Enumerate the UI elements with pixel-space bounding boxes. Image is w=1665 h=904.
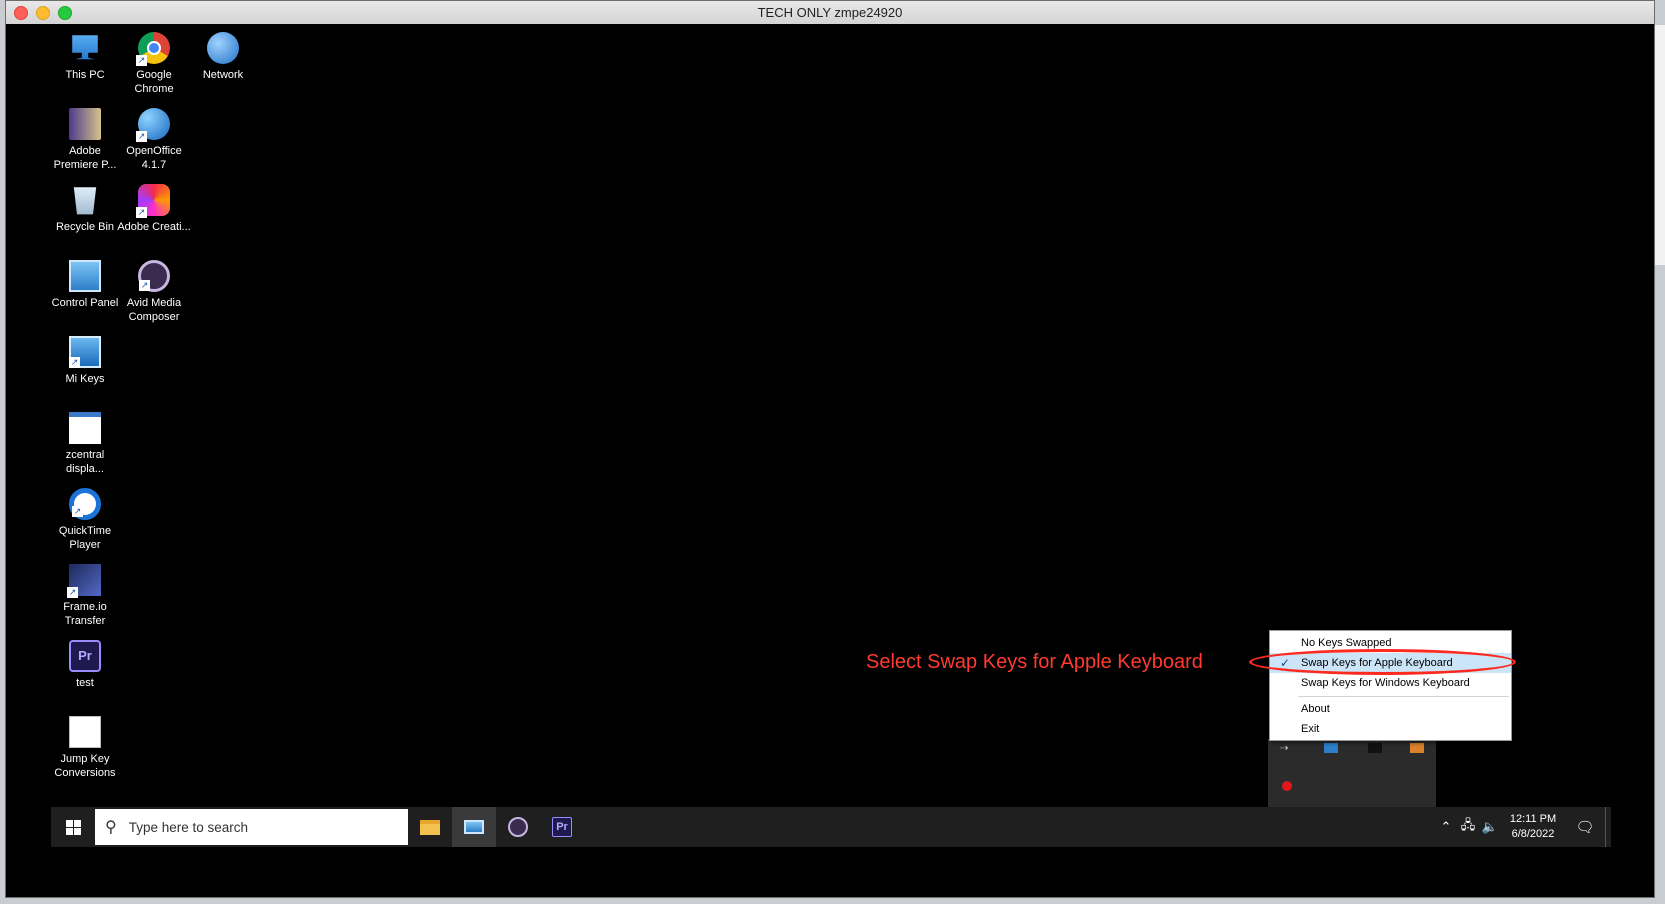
desktop-icon-google-chrome[interactable]: Google Chrome [116, 28, 192, 96]
control-panel-icon [69, 260, 101, 292]
window-controls [14, 6, 72, 20]
highlight-oval [1249, 649, 1516, 675]
taskbar-avid[interactable] [496, 807, 540, 847]
desktop-icon-label: Frame.io Transfer [63, 601, 107, 627]
menu-item-swap-keys-windows[interactable]: Swap Keys for Windows Keyboard [1270, 673, 1511, 693]
clock-time: 12:11 PM [1509, 813, 1557, 825]
desktop-icon-control-panel[interactable]: Control Panel [47, 256, 123, 310]
desktop-icon-frameio-transfer[interactable]: Frame.io Transfer [47, 560, 123, 628]
windows-taskbar: ⚲ Pr ⌃ 🖧 🔈 12:11 PM 6/8/2022 [51, 807, 1611, 847]
window-title: TECH ONLY zmpe24920 [757, 5, 903, 20]
desktop-icon-label: zcentral displa... [65, 449, 105, 475]
computer-icon [72, 35, 98, 60]
creative-cloud-icon [136, 184, 170, 218]
notification-center-icon[interactable]: 🗨 [1565, 818, 1605, 836]
desktop-icon-label: Google Chrome [134, 69, 174, 95]
desktop-icon-zcentral-display[interactable]: zcentral displa... [47, 408, 123, 476]
network-icon [207, 32, 239, 64]
desktop-icon-network[interactable]: Network [185, 28, 261, 82]
tray-overflow-panel: ⇢ [1268, 739, 1436, 811]
instruction-annotation: Select Swap Keys for Apple Keyboard [866, 651, 1203, 673]
desktop-icon-label: Mi Keys [65, 373, 105, 385]
control-panel-tray-icon[interactable] [1324, 743, 1338, 753]
show-desktop-button[interactable] [1605, 807, 1611, 847]
avid-icon [508, 817, 528, 837]
quicktime-icon [69, 488, 101, 520]
frameio-icon [67, 564, 101, 598]
avid-icon [138, 260, 170, 292]
taskbar-clock[interactable]: 12:11 PM 6/8/2022 [1501, 812, 1565, 842]
search-icon: ⚲ [105, 819, 117, 836]
clock-date: 6/8/2022 [1511, 828, 1555, 840]
premiere-book-icon [69, 108, 101, 140]
desktop-icon-label: Network [202, 69, 244, 81]
desktop-icon-openoffice[interactable]: OpenOffice 4.1.7 [116, 104, 192, 172]
desktop-icon-this-pc[interactable]: This PC [47, 28, 123, 82]
mikeys-icon [69, 336, 101, 368]
system-tray: ⌃ 🖧 🔈 12:11 PM 6/8/2022 🗨 [1435, 807, 1611, 847]
desktop-icon-label: Jump Key Conversions [54, 753, 116, 779]
desktop-icon-quicktime-player[interactable]: QuickTime Player [47, 484, 123, 552]
desktop-icon-label: This PC [65, 69, 105, 81]
document-icon [69, 716, 101, 748]
taskbar-file-explorer[interactable] [408, 807, 452, 847]
key-swap-context-menu: No Keys Swapped ✓ Swap Keys for Apple Ke… [1269, 630, 1512, 741]
menu-item-label: About [1301, 703, 1330, 715]
openoffice-icon [136, 108, 170, 142]
document-icon [69, 412, 101, 444]
menu-item-label: Swap Keys for Windows Keyboard [1301, 677, 1470, 689]
desktop-icon-adobe-creative-cloud[interactable]: Adobe Creati... [116, 180, 192, 234]
background-window-edge [1655, 25, 1665, 265]
premiere-pro-icon: Pr [552, 817, 572, 837]
desktop-icon-avid-media-composer[interactable]: Avid Media Composer [116, 256, 192, 324]
close-window-button[interactable] [14, 6, 28, 20]
search-input[interactable] [126, 818, 381, 836]
menu-separator [1298, 696, 1509, 697]
minimize-window-button[interactable] [36, 6, 50, 20]
menu-item-about[interactable]: About [1270, 699, 1511, 719]
start-button[interactable] [51, 807, 95, 847]
menu-item-label: Exit [1301, 723, 1320, 735]
menu-item-label: No Keys Swapped [1301, 637, 1392, 649]
windows-desktop: This PC Google Chrome Network Adobe Prem… [6, 24, 1654, 897]
taskbar-control-panel[interactable] [452, 807, 496, 847]
desktop-icon-label: Recycle Bin [55, 221, 115, 233]
desktop-icon-label: QuickTime Player [58, 525, 112, 551]
desktop-icon-label: OpenOffice 4.1.7 [126, 145, 182, 171]
taskbar-search-box[interactable]: ⚲ [95, 809, 408, 845]
package-tray-icon[interactable] [1410, 743, 1424, 753]
chrome-icon [136, 32, 170, 66]
arrow-icon[interactable]: ⇢ [1280, 743, 1294, 754]
desktop-icon-label: Avid Media Composer [126, 297, 182, 323]
desktop-icon-recycle-bin[interactable]: Recycle Bin [47, 180, 123, 234]
window-titlebar[interactable]: TECH ONLY zmpe24920 [6, 1, 1654, 25]
desktop-icon-label: Adobe Creati... [117, 221, 191, 233]
desktop-icon-adobe-premiere[interactable]: Adobe Premiere P... [47, 104, 123, 172]
desktop-icon-test[interactable]: Pr test [47, 636, 123, 690]
recycle-bin-icon [73, 187, 97, 215]
premiere-pro-icon: Pr [69, 640, 101, 672]
desktop-icon-label: Control Panel [51, 297, 119, 309]
control-panel-icon [464, 820, 484, 834]
windows-logo-icon [65, 819, 81, 835]
mikeys-tray-icon[interactable] [1282, 781, 1292, 791]
network-status-icon[interactable]: 🖧 [1457, 816, 1479, 838]
desktop-icon-jump-key-conversions[interactable]: Jump Key Conversions [47, 712, 123, 780]
menu-item-exit[interactable]: Exit [1270, 719, 1511, 739]
blank-tray-icon[interactable] [1368, 743, 1382, 753]
desktop-icon-label: Adobe Premiere P... [53, 145, 117, 171]
taskbar-premiere-pro[interactable]: Pr [540, 807, 584, 847]
desktop-icon-mi-keys[interactable]: Mi Keys [47, 332, 123, 386]
maximize-window-button[interactable] [58, 6, 72, 20]
folder-icon [420, 819, 440, 835]
chevron-up-icon[interactable]: ⌃ [1435, 819, 1457, 835]
desktop-icon-label: test [76, 677, 94, 689]
volume-icon[interactable]: 🔈 [1479, 819, 1501, 835]
remote-desktop-window: TECH ONLY zmpe24920 This PC Google Chrom… [5, 0, 1655, 898]
